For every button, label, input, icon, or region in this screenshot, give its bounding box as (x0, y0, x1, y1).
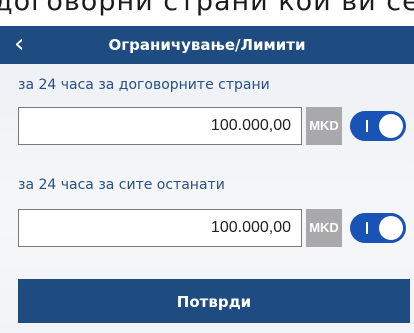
amount-input-contract-parties[interactable]: 100.000,00 (18, 107, 302, 145)
app-header: ‹ Ограничување/Лимити (0, 26, 414, 64)
toggle-knob (379, 114, 403, 138)
currency-badge: MKD (306, 209, 342, 247)
limit-label-all-others: за 24 часа за сите останати (18, 177, 225, 193)
limit-label-contract-parties: за 24 часа за договорните страни (18, 77, 270, 93)
toggle-on-indicator (366, 120, 368, 132)
amount-input-all-others[interactable]: 100.000,00 (18, 209, 302, 247)
toggle-knob (379, 216, 403, 240)
currency-badge: MKD (306, 107, 342, 145)
page-title: Ограничување/Лимити (108, 36, 306, 54)
limit-toggle-contract-parties[interactable] (350, 111, 406, 141)
confirm-button[interactable]: Потврди (18, 279, 410, 323)
limit-toggle-all-others[interactable] (350, 213, 406, 243)
previous-screen-text: договорни страни кои ви се (0, 0, 414, 26)
toggle-on-indicator (366, 222, 368, 234)
cut-off-text: договорни страни кои ви се (0, 0, 414, 17)
